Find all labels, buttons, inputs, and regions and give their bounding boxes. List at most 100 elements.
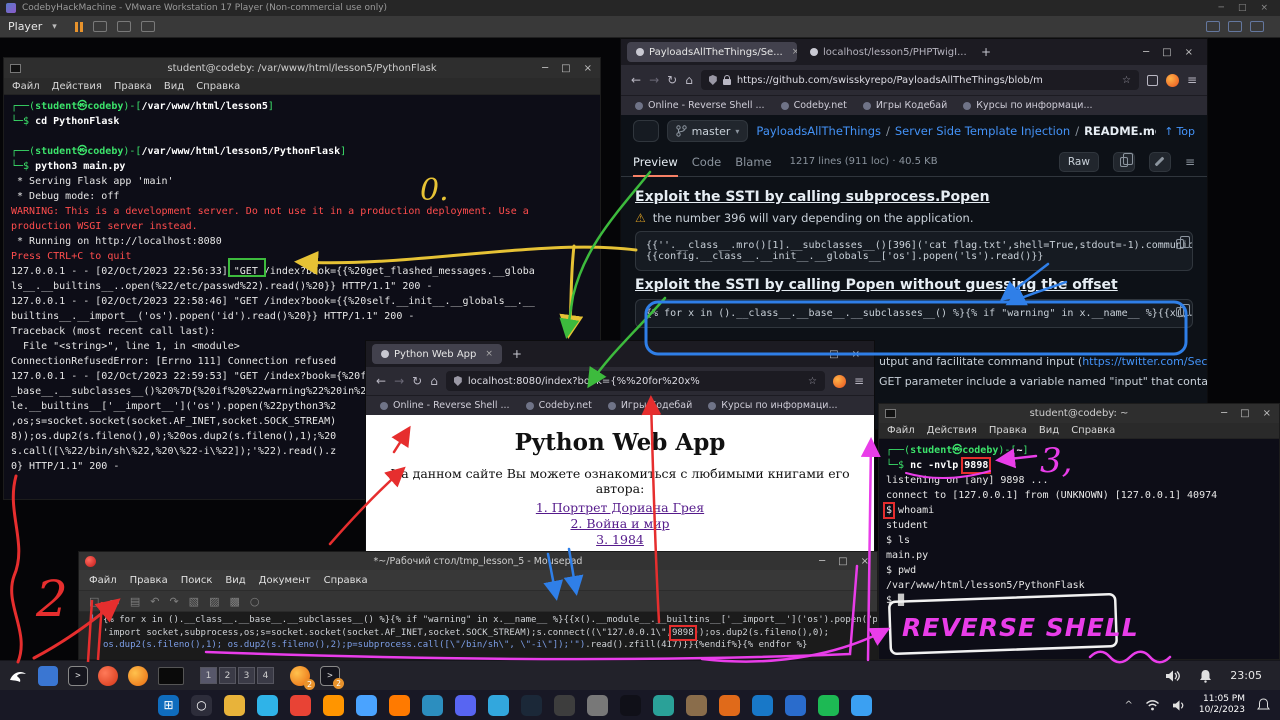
book-link[interactable]: 2. Война и мир — [366, 516, 874, 532]
menu-item[interactable]: Файл — [887, 425, 915, 436]
refresh-icon[interactable]: ↻ — [412, 374, 422, 388]
workspace-button[interactable]: 1 — [200, 667, 217, 684]
back-to-top-link[interactable]: ↑ Top — [1164, 125, 1195, 138]
url-bar[interactable]: https://github.com/swisskyrepo/PayloadsA… — [701, 70, 1139, 90]
code-block-popen[interactable]: {{''.__class__.mro()[1].__subclasses__()… — [635, 231, 1193, 271]
bookmark-item[interactable]: Codeby.net — [781, 100, 847, 111]
workspace-button[interactable]: 2 — [219, 667, 236, 684]
terminal-output[interactable]: ┌──(student㉿codeby)-[~]└─$ nc -nvlp 9898… — [879, 439, 1279, 659]
maximize-button[interactable]: □ — [1240, 408, 1249, 419]
tab-code[interactable]: Code — [692, 147, 721, 177]
menu-item[interactable]: Правка — [989, 425, 1027, 436]
extension-flame-icon[interactable] — [1166, 74, 1179, 87]
player-menu[interactable]: Player — [8, 20, 42, 33]
app-icon[interactable] — [653, 695, 674, 716]
book-link[interactable]: 1. Портрет Дориана Грея — [366, 500, 874, 516]
app-icon[interactable] — [851, 695, 872, 716]
url-bar[interactable]: localhost:8080/index?book={%%20for%20x% … — [446, 371, 825, 391]
toolbar-icon[interactable]: ○ — [250, 595, 260, 608]
breadcrumb-section[interactable]: Server Side Template Injection — [895, 124, 1070, 138]
close-tab-icon[interactable]: × — [792, 47, 797, 57]
tracking-shield-icon[interactable] — [454, 376, 462, 386]
extension-flame-icon[interactable] — [833, 375, 846, 388]
menu-item[interactable]: Файл — [12, 81, 40, 92]
app-icon[interactable] — [422, 695, 443, 716]
tab-localhost-phptwig[interactable]: localhost/lesson5/PHPTwigI... × — [801, 42, 971, 62]
file-explorer-icon[interactable] — [224, 695, 245, 716]
menu-item[interactable]: Файл — [89, 575, 117, 586]
maximize-button[interactable]: □ — [829, 349, 838, 360]
editor-body[interactable]: 1 {% for x in ().__class__.__base__.__su… — [79, 612, 877, 659]
notifications-bell-icon[interactable] — [1199, 669, 1212, 683]
terminal-titlebar[interactable]: student@codeby: /var/www/html/lesson5/Py… — [4, 58, 600, 78]
notifications-bell-icon[interactable] — [1257, 698, 1270, 712]
new-tab-button[interactable]: + — [975, 45, 997, 59]
brave-icon[interactable] — [98, 666, 118, 686]
vm-settings-icon[interactable] — [1250, 21, 1264, 32]
volume-icon[interactable] — [1165, 669, 1181, 683]
toolbar-icon[interactable]: ▩ — [229, 595, 239, 608]
workspace-button[interactable]: 3 — [238, 667, 255, 684]
vm-clock[interactable]: 23:05 — [1230, 669, 1262, 682]
bookmark-star-icon[interactable]: ☆ — [1122, 75, 1131, 86]
menu-item[interactable]: Справка — [324, 575, 368, 586]
breadcrumb-repo[interactable]: PayloadsAllTheThings — [756, 124, 881, 138]
firefox-task-icon[interactable]: 2 — [290, 666, 310, 686]
minimize-button[interactable]: ─ — [819, 556, 825, 567]
extensions-icon[interactable] — [1147, 75, 1158, 86]
firefox-icon[interactable] — [323, 695, 344, 716]
app-icon[interactable] — [686, 695, 707, 716]
file-tree-toggle-icon[interactable] — [633, 120, 659, 142]
minimize-button[interactable]: ─ — [1219, 3, 1224, 13]
menu-item[interactable]: Действия — [52, 81, 102, 92]
menu-icon[interactable]: ≡ — [1187, 73, 1197, 87]
wifi-icon[interactable] — [1145, 699, 1160, 711]
terminal-task-icon[interactable]: >2 — [320, 666, 340, 686]
editor-titlebar[interactable]: *~/Рабочий стол/tmp_lesson_5 - Mousepad … — [79, 552, 877, 570]
toolbar-icon[interactable]: ▨ — [209, 595, 219, 608]
toolbar-icon[interactable]: ▤ — [130, 595, 140, 608]
bookmark-item[interactable]: Курсы по информаци... — [963, 100, 1092, 111]
bookmark-item[interactable]: Курсы по информаци... — [708, 400, 837, 411]
close-button[interactable]: × — [1263, 408, 1271, 419]
vm-devices-icon[interactable] — [1206, 21, 1220, 32]
app-icon[interactable] — [356, 695, 377, 716]
menu-item[interactable]: Правка — [130, 575, 168, 586]
workspace-button[interactable]: 4 — [257, 667, 274, 684]
toolbar-icon[interactable]: ▧ — [189, 595, 199, 608]
refresh-icon[interactable]: ↻ — [667, 73, 677, 87]
toolbar-icon[interactable]: ↶ — [150, 595, 159, 608]
toolbar-icon[interactable]: ↷ — [169, 595, 178, 608]
back-icon[interactable]: ← — [631, 73, 641, 87]
menu-icon[interactable]: ≡ — [854, 374, 864, 388]
tracking-shield-icon[interactable] — [709, 75, 717, 85]
app-icon[interactable] — [554, 695, 575, 716]
home-icon[interactable]: ⌂ — [430, 374, 438, 388]
bookmark-star-icon[interactable]: ☆ — [808, 376, 817, 387]
close-button[interactable]: × — [1260, 3, 1268, 13]
copy-icon[interactable] — [1176, 307, 1184, 317]
close-button[interactable]: × — [584, 63, 592, 74]
menu-item[interactable]: Действия — [927, 425, 977, 436]
branch-selector[interactable]: master ▾ — [667, 120, 749, 142]
tab-preview[interactable]: Preview — [633, 147, 678, 177]
app-icon[interactable] — [719, 695, 740, 716]
menu-item[interactable]: Вид — [1039, 425, 1059, 436]
app-icon[interactable] — [752, 695, 773, 716]
minimize-button[interactable]: ─ — [1143, 47, 1149, 58]
maximize-button[interactable]: □ — [838, 556, 847, 567]
pause-vm-icon[interactable] — [75, 22, 83, 32]
maximize-button[interactable]: □ — [1162, 47, 1171, 58]
volume-icon[interactable] — [1172, 699, 1187, 712]
firefox-icon[interactable] — [128, 666, 148, 686]
app-icon[interactable] — [818, 695, 839, 716]
window-preview[interactable] — [158, 667, 184, 685]
code-block-popen-no-offset[interactable]: {% for x in ().__class__.__base__.__subc… — [635, 299, 1193, 328]
app-icon[interactable] — [455, 695, 476, 716]
minimize-button[interactable]: ─ — [542, 63, 548, 74]
menu-item[interactable]: Справка — [196, 81, 240, 92]
terminal-icon[interactable] — [620, 695, 641, 716]
back-icon[interactable]: ← — [376, 374, 386, 388]
toolbar-icon[interactable]: □ — [89, 595, 99, 608]
minimize-button[interactable]: ─ — [1221, 408, 1227, 419]
